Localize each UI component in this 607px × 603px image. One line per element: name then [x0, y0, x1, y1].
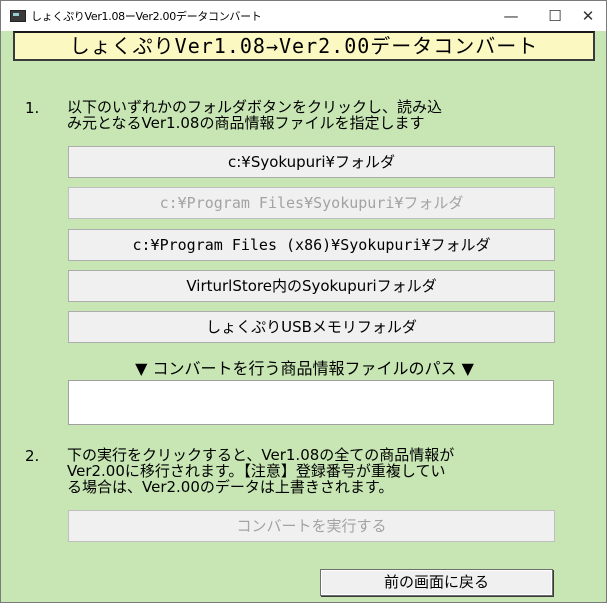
folder-button-program-files-x86[interactable]: c:¥Program Files (x86)¥Syokupuri¥フォルダ [68, 229, 555, 261]
folder-button-virtualstore[interactable]: VirturlStore内のSyokupuriフォルダ [68, 270, 555, 302]
window-title: しょくぷりVer1.08ーVer2.00データコンバート [31, 10, 262, 23]
path-input[interactable] [68, 380, 554, 425]
title-bar[interactable]: しょくぷりVer1.08ーVer2.00データコンバート — ☐ ✕ [1, 1, 606, 31]
step2-line3: る場合は、Ver2.00のデータは上書きされます。 [67, 478, 394, 496]
close-button[interactable]: ✕ [566, 1, 607, 31]
step1-line2: み元となるVer1.08の商品情報ファイルを指定します [67, 114, 425, 132]
folder-button-syokupuri[interactable]: c:¥Syokupuri¥フォルダ [68, 146, 555, 178]
convert-button[interactable]: コンバートを実行する [68, 510, 555, 542]
step1-number: 1. [25, 99, 40, 117]
minimize-button[interactable]: — [489, 1, 533, 31]
step2-line2: Ver2.00に移行されます。【注意】登録番号が重複してい [67, 462, 446, 480]
folder-button-usb[interactable]: しょくぷりUSBメモリフォルダ [68, 311, 555, 343]
step1-line1: 以下のいずれかのフォルダボタンをクリックし、読み込 [67, 98, 443, 116]
header-banner: しょくぷりVer1.08→Ver2.00データコンバート [13, 31, 595, 61]
back-button[interactable]: 前の画面に戻る [320, 569, 553, 596]
folder-button-program-files[interactable]: c:¥Program Files¥Syokupuri¥フォルダ [68, 187, 555, 219]
step2-line1: 下の実行をクリックすると、Ver1.08の全ての商品情報が [67, 446, 455, 464]
app-icon [10, 10, 26, 22]
path-label: ▼ コンバートを行う商品情報ファイルのパス ▼ [135, 359, 474, 378]
step2-number: 2. [25, 447, 40, 465]
converter-window: しょくぷりVer1.08ーVer2.00データコンバート — ☐ ✕ しょくぷり… [0, 0, 607, 603]
